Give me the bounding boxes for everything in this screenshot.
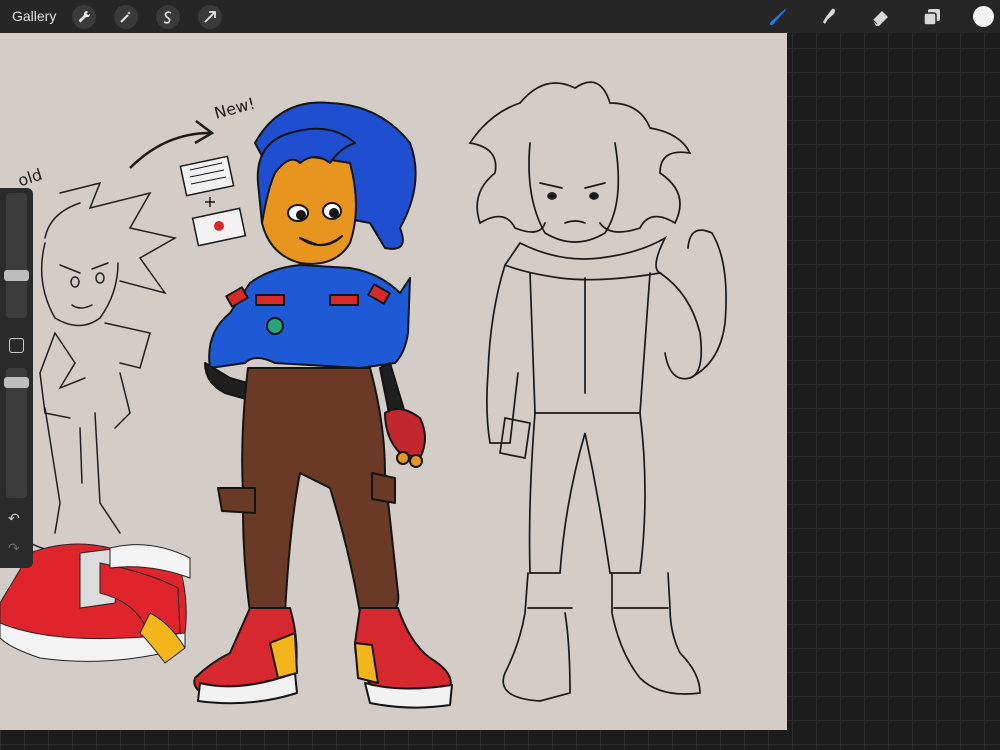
brush-sidebar: ↶ ↷ <box>0 188 33 568</box>
transform-arrow-icon[interactable] <box>198 5 222 29</box>
new-note: New! <box>212 94 257 123</box>
brush-icon[interactable] <box>766 5 790 29</box>
undo-icon[interactable]: ↶ <box>8 510 20 527</box>
redo-icon[interactable]: ↷ <box>8 540 20 557</box>
old-note: old <box>15 165 44 191</box>
brush-size-slider[interactable] <box>6 193 27 318</box>
wrench-icon[interactable] <box>72 5 96 29</box>
line-art-character <box>468 81 727 702</box>
flags-doodle <box>179 155 247 247</box>
color-swatch[interactable] <box>973 6 994 27</box>
old-character-sketch <box>29 181 178 559</box>
new-character-color <box>193 101 453 709</box>
brush-size-knob[interactable] <box>4 270 29 281</box>
smudge-icon[interactable] <box>818 5 842 29</box>
selection-icon[interactable] <box>156 5 180 29</box>
drawing-canvas[interactable]: old New! <box>0 33 787 730</box>
gallery-button[interactable]: Gallery <box>12 8 56 24</box>
opacity-knob[interactable] <box>4 377 29 388</box>
top-toolbar: Gallery <box>0 0 1000 33</box>
artwork-illustration: old New! <box>0 81 727 709</box>
magic-wand-icon[interactable] <box>114 5 138 29</box>
eraser-icon[interactable] <box>869 5 893 29</box>
layers-icon[interactable] <box>920 5 944 29</box>
modify-button[interactable] <box>9 338 24 353</box>
